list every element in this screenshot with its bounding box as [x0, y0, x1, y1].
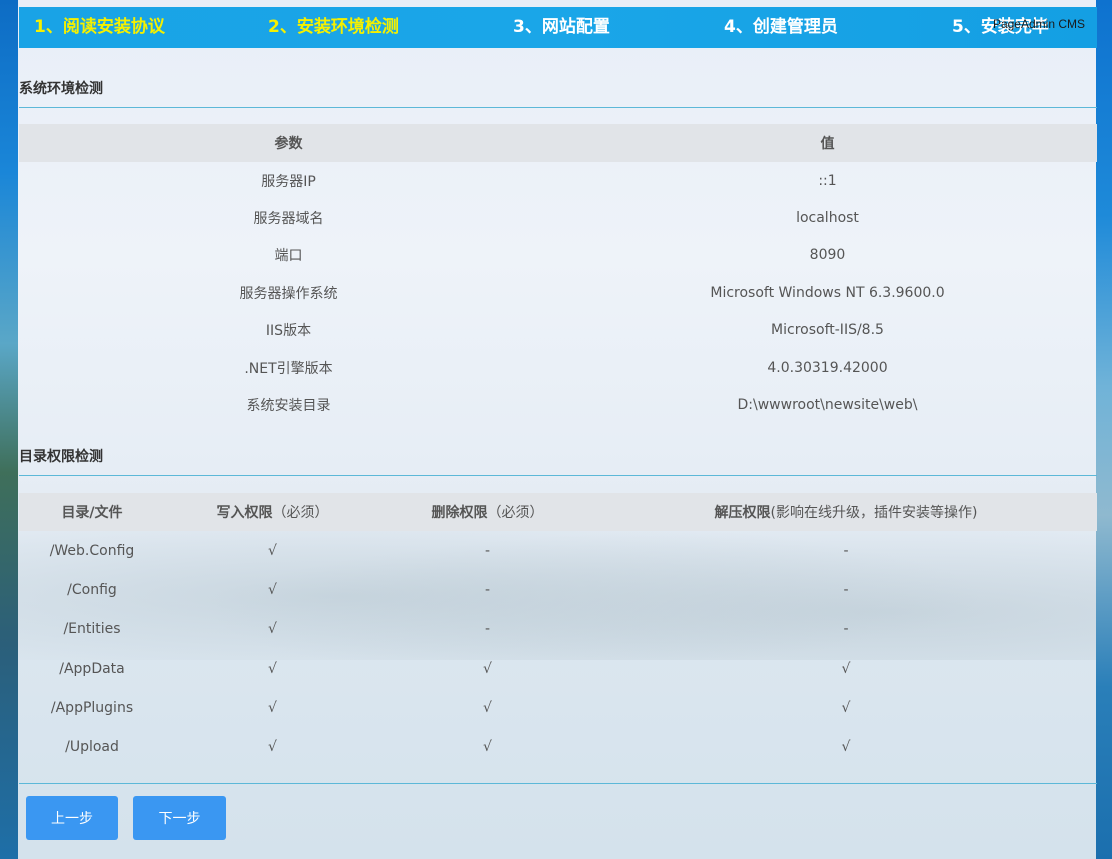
dir-write-appdata: √ [268, 660, 277, 677]
dir-write-web-config: √ [268, 542, 277, 559]
dir-delete-appplugins: √ [483, 699, 492, 716]
step-2-env-check: 2、安装环境检测 [268, 17, 399, 37]
dir-header-delete: 删除权限（必须） [380, 493, 595, 531]
dir-header-unzip: 解压权限(影响在线升级，插件安装等操作) [595, 493, 1097, 531]
dir-path-upload: /Upload [65, 739, 119, 756]
dir-path-web-config: /Web.Config [49, 542, 135, 559]
table-row: 服务器域名 localhost [19, 199, 1097, 236]
dir-unzip-web-config: - [843, 542, 849, 559]
dir-permission-table: 目录/文件 写入权限（必须） 删除权限（必须） 解压权限(影响在线升级，插件安装… [19, 493, 1097, 767]
dir-write-appplugins: √ [268, 699, 277, 716]
dir-unzip-config: - [843, 581, 849, 598]
env-section-title: 系统环境检测 [19, 81, 103, 97]
step-3-site-config: 3、网站配置 [513, 17, 610, 37]
next-step-button[interactable]: 下一步 [133, 796, 226, 840]
env-param-iis-version: IIS版本 [265, 323, 312, 340]
dir-path-config: /Config [67, 581, 117, 598]
table-row: IIS版本 Microsoft-IIS/8.5 [19, 312, 1097, 349]
env-param-install-dir: 系统安装目录 [246, 398, 331, 415]
dir-path-appdata: /AppData [59, 660, 125, 677]
dir-write-entities: √ [268, 621, 277, 638]
env-value-port: 8090 [809, 247, 846, 264]
dir-unzip-upload: √ [841, 739, 851, 756]
dir-write-config: √ [268, 581, 277, 598]
env-section-rule [19, 107, 1097, 108]
dir-delete-appdata: √ [483, 660, 492, 677]
dir-unzip-entities: - [843, 621, 849, 638]
dir-delete-web-config: - [484, 542, 491, 559]
prev-step-button[interactable]: 上一步 [26, 796, 118, 840]
env-value-server-ip: ::1 [818, 172, 837, 189]
table-row: 服务器IP ::1 [19, 162, 1097, 199]
env-header-value: 值 [558, 124, 1097, 162]
env-header-param: 参数 [19, 124, 558, 162]
table-row: /Config √ - - [19, 570, 1097, 609]
table-row: /AppPlugins √ √ √ [19, 688, 1097, 727]
table-row: 系统安装目录 D:\wwwroot\newsite\web\ [19, 386, 1097, 423]
env-param-server-ip: 服务器IP [261, 173, 316, 190]
dir-header-write: 写入权限（必须） [165, 493, 380, 531]
env-param-server-domain: 服务器域名 [253, 211, 324, 228]
dir-table-header-row: 目录/文件 写入权限（必须） 删除权限（必须） 解压权限(影响在线升级，插件安装… [19, 493, 1097, 531]
step-4-create-admin: 4、创建管理员 [724, 17, 838, 37]
table-row: 端口 8090 [19, 237, 1097, 274]
env-table-header-row: 参数 值 [19, 124, 1097, 162]
install-steps-bar: 1、阅读安装协议 2、安装环境检测 3、网站配置 4、创建管理员 5、安装完毕 … [19, 7, 1097, 48]
table-row: /Upload √ √ √ [19, 727, 1097, 766]
table-row: /Web.Config √ - - [19, 531, 1097, 570]
dir-delete-entities: - [484, 621, 491, 638]
dir-write-upload: √ [268, 739, 277, 756]
dir-header-unzip-note: (影响在线升级，插件安装等操作) [770, 505, 978, 521]
background-edge-right [1096, 0, 1112, 859]
dir-unzip-appdata: √ [841, 660, 851, 677]
footer-rule [19, 783, 1097, 784]
dir-section-title: 目录权限检测 [19, 449, 103, 465]
dir-section-rule [19, 475, 1097, 476]
step-1-read-agreement: 1、阅读安装协议 [34, 17, 165, 37]
dir-header-delete-note: （必须） [487, 505, 544, 521]
env-value-os: Microsoft Windows NT 6.3.9600.0 [710, 284, 945, 301]
dir-path-appplugins: /AppPlugins [50, 699, 134, 716]
brand-label: PageAdmin CMS [992, 17, 1085, 31]
env-param-dotnet-version: .NET引擎版本 [244, 360, 333, 377]
dir-path-entities: /Entities [63, 621, 121, 638]
env-param-os: 服务器操作系统 [239, 285, 338, 302]
dir-unzip-appplugins: √ [841, 699, 851, 716]
dir-header-write-note: （必须） [272, 505, 329, 521]
background-edge-left [0, 0, 18, 859]
env-value-iis-version: Microsoft-IIS/8.5 [771, 322, 884, 339]
table-row: 服务器操作系统 Microsoft Windows NT 6.3.9600.0 [19, 274, 1097, 311]
dir-delete-upload: √ [483, 739, 492, 756]
env-value-dotnet-version: 4.0.30319.42000 [767, 359, 888, 376]
env-table: 参数 值 服务器IP ::1 服务器域名 localhost 端口 8090 服… [19, 124, 1097, 424]
env-param-port: 端口 [274, 248, 303, 265]
env-value-server-domain: localhost [796, 210, 859, 227]
dir-header-path: 目录/文件 [19, 493, 165, 531]
table-row: /AppData √ √ √ [19, 649, 1097, 688]
table-row: /Entities √ - - [19, 610, 1097, 649]
env-value-install-dir: D:\wwwroot\newsite\web\ [737, 397, 918, 414]
dir-delete-config: - [484, 581, 491, 598]
table-row: .NET引擎版本 4.0.30319.42000 [19, 349, 1097, 386]
